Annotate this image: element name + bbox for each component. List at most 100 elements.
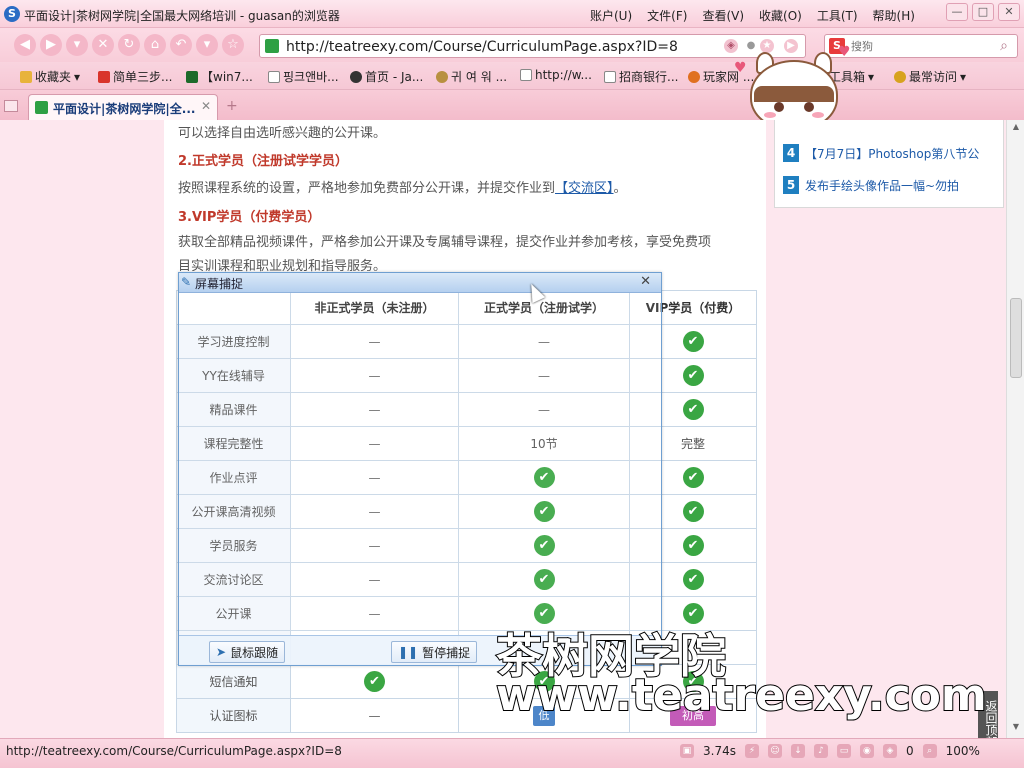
scroll-thumb[interactable] [1010,298,1022,378]
zoom-level[interactable]: 100% [946,744,980,758]
mouse-follow-label: 鼠标跟随 [230,645,279,660]
search-box: S ⌕ [824,34,1018,58]
screen-capture-window: ✎ 屏幕捕捉 ✕ ➤ 鼠标跟随 ❚❚ 暂停捕捉 [178,272,662,666]
menu-bar: 账户(U) 文件(F) 查看(V) 收藏(O) 工具(T) 帮助(H) [590,7,915,24]
exchange-area-link[interactable]: 【交流区】 [555,181,614,196]
table-cell: ✔ [290,664,459,699]
scroll-down-icon[interactable]: ▼ [1010,722,1022,734]
bookmark-item[interactable]: 핑크앤바... [268,68,339,85]
menu-tools[interactable]: 工具(T) [817,7,858,24]
download-icon[interactable]: ↓ [790,744,805,758]
bookmark-most-visited[interactable]: 最常访问 ▾ [894,68,966,85]
favorite-star-icon[interactable]: ☆ [222,34,244,56]
bookmark-item[interactable]: 귀 여 워 ... [436,68,507,85]
menu-view[interactable]: 查看(V) [702,7,744,24]
sidebar-toggle-icon[interactable] [4,100,18,112]
game-icon [688,70,700,83]
menu-file[interactable]: 文件(F) [647,7,687,24]
tab-bar: 平面设计|茶树网学院|全... ✕ + [0,90,1024,120]
mascot-blush [812,112,824,118]
tab-close-icon[interactable]: ✕ [201,99,211,113]
nav-buttons: ◀ ▶ ▾ ✕ ↻ ⌂ ↶ ▾ ☆ [14,34,244,56]
back-icon[interactable]: ◀ [14,34,36,56]
intro-text: 可以选择自由选听感兴趣的公开课。 [178,126,387,141]
sidebar-item-label: 发布手绘头像作品一幅~勿拍 [805,178,960,193]
menu-account[interactable]: 账户(U) [590,7,632,24]
bookmark-item[interactable]: 招商银行... [604,68,678,85]
capture-titlebar: ✎ 屏幕捕捉 ✕ [179,273,661,293]
close-icon[interactable]: ✕ [998,3,1020,21]
chevron-down-icon: ▾ [868,69,875,84]
minimize-icon[interactable]: — [946,3,968,21]
menu-help[interactable]: 帮助(H) [873,7,915,24]
capture-close-icon[interactable]: ✕ [640,274,651,289]
pause-icon: ❚❚ [398,645,419,659]
paragraph-text: 按照课程系统的设置，严格地参加免费部分公开课，并提交作业到 [178,181,556,196]
tab-active[interactable]: 平面设计|茶树网学院|全... ✕ [28,94,218,120]
status-url: http://teatreexy.com/Course/CurriculumPa… [6,744,342,758]
mascot-eye [804,102,814,112]
vertical-scrollbar[interactable]: ▲ ▼ [1006,120,1024,738]
eye-icon[interactable]: ◉ [859,744,874,758]
mascot-blush [764,112,776,118]
status-icons: ▣ 3.74s ⚡ ☺ ↓ ♪ ▭ ◉ ◈ 0 ⌕ 100% [680,744,980,758]
sidebar-item-label: 【7月7日】Photoshop第八节公 [805,146,980,161]
shield-icon[interactable]: ◈ [724,39,738,53]
forward-icon[interactable]: ▶ [40,34,62,56]
volume-icon[interactable]: ♪ [813,744,828,758]
bookmark-item[interactable]: 【win7... [186,68,253,85]
page-icon [268,70,280,83]
pause-capture-button[interactable]: ❚❚ 暂停捕捉 [391,641,478,663]
bookmarks-bar: 收藏夹 ▾ 简单三步... 【win7... 핑크앤바... 首页 - Ja...… [0,62,1024,90]
scroll-up-icon[interactable]: ▲ [1010,122,1022,134]
stop-icon[interactable]: ✕ [92,34,114,56]
bookmark-label: 招商银行... [619,70,679,84]
chevron-down-icon: ▾ [74,69,81,84]
checkmark-icon: ✔ [682,569,704,590]
search-icon[interactable]: ⌕ [993,36,1015,56]
most-visited-icon [894,70,906,83]
search-input[interactable] [851,38,991,54]
star-icon [350,70,362,83]
menu-favorites[interactable]: 收藏(O) [759,7,802,24]
mascot-decoration [744,42,844,130]
bookmark-label: 【win7... [201,70,253,84]
row-label: 认证图标 [176,698,291,733]
accelerate-icon[interactable]: ⚡ [744,744,759,758]
checkmark-icon: ✔ [682,535,704,556]
page-icon [604,70,616,83]
bookmark-item[interactable]: 首页 - Ja... [350,68,423,85]
watermark-url: www.teatreexy.com [495,669,988,722]
window-icon[interactable]: ▭ [836,744,851,758]
user-icon[interactable]: ☺ [767,744,782,758]
bookmark-item[interactable]: 简单三步... [98,68,172,85]
maximize-icon[interactable]: □ [972,3,994,21]
bookmark-item[interactable]: http://w... [520,68,592,82]
home-icon[interactable]: ⌂ [144,34,166,56]
weibo-icon [98,70,110,83]
bookmark-label: 귀 여 워 ... [451,70,508,84]
pointer-icon: ➤ [216,645,227,659]
paragraph-vip-line1: 获取全部精品视频课件，严格参加公开课及专属辅导课程，提交作业并参加考核，享受免费… [178,235,712,250]
shield-icon[interactable]: ◈ [882,744,897,758]
zoom-icon[interactable]: ⌕ [922,744,937,758]
browser-logo-icon: S [4,6,20,22]
rank-badge: 4 [783,144,799,162]
mouse-follow-button[interactable]: ➤ 鼠标跟随 [209,641,286,663]
dropdown-icon[interactable]: ▾ [66,34,88,56]
sidebar-item[interactable]: 4 【7月7日】Photoshop第八节公 [783,144,979,162]
rank-badge: 5 [783,176,799,194]
history-icon[interactable]: ▾ [196,34,218,56]
checkmark-icon: ✔ [682,365,704,386]
dash-mark: — [368,708,381,723]
address-bar[interactable]: http://teatreexy.com/Course/CurriculumPa… [259,34,806,58]
undo-close-icon[interactable]: ↶ [170,34,192,56]
new-tab-icon[interactable]: + [226,98,238,114]
refresh-icon[interactable]: ↻ [118,34,140,56]
circle-icon [436,70,448,83]
mascot-hair [754,86,834,102]
address-url[interactable]: http://teatreexy.com/Course/CurriculumPa… [286,39,678,55]
bookmark-favorites[interactable]: 收藏夹 ▾ [20,68,80,85]
sidebar-item[interactable]: 5 发布手绘头像作品一幅~勿拍 [783,176,959,194]
bookmark-label: 收藏夹 [35,70,72,84]
